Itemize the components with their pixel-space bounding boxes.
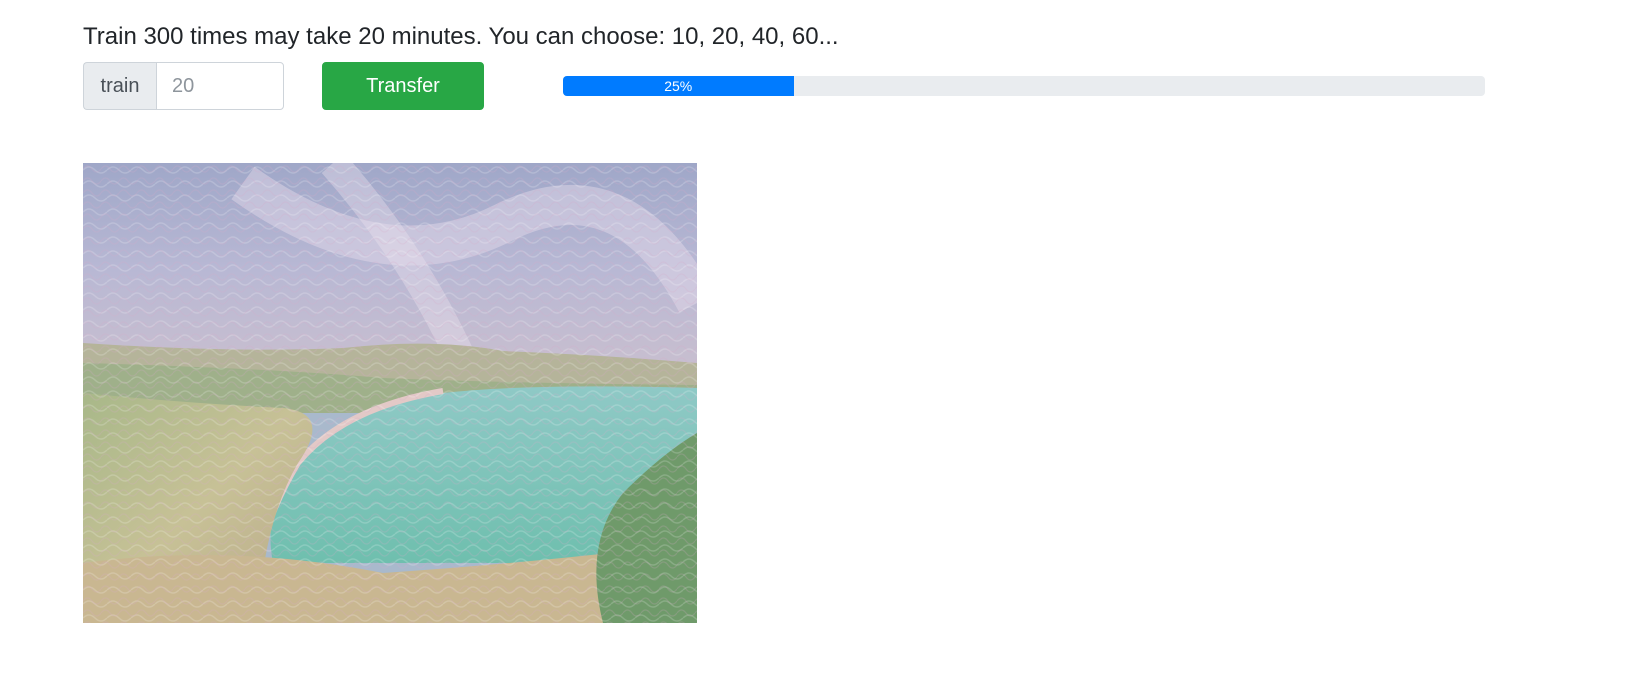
- page-heading: Train 300 times may take 20 minutes. You…: [83, 23, 839, 50]
- training-progress: 25%: [563, 76, 1485, 96]
- training-progress-bar: 25%: [563, 76, 794, 96]
- transfer-button[interactable]: Transfer: [322, 62, 484, 110]
- train-prepend-label: train: [83, 62, 156, 110]
- train-count-input[interactable]: [156, 62, 284, 110]
- style-transfer-result-image: [83, 163, 697, 623]
- train-input-group: train: [83, 62, 284, 110]
